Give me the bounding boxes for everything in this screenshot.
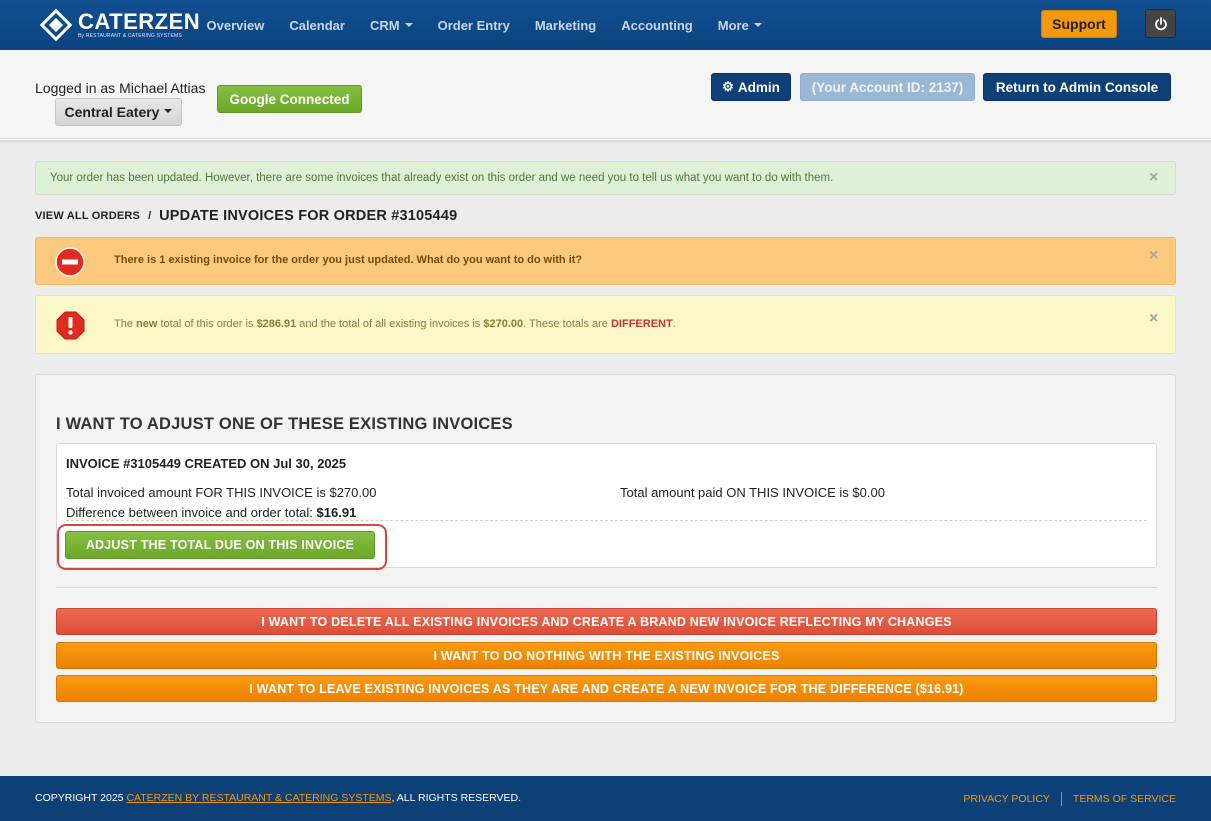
nav-more[interactable]: More bbox=[705, 18, 774, 33]
nav-accounting[interactable]: Accounting bbox=[609, 18, 706, 33]
close-icon[interactable]: × bbox=[1149, 247, 1158, 265]
no-entry-icon bbox=[55, 247, 85, 277]
chevron-down-icon bbox=[753, 23, 762, 28]
footer: COPYRIGHT 2025 CATERZEN BY RESTAURANT & … bbox=[0, 776, 1211, 821]
totals-alert: The new total of this order is $286.91 a… bbox=[35, 295, 1176, 354]
support-button[interactable]: Support bbox=[1041, 10, 1117, 38]
privacy-policy-link[interactable]: PRIVACY POLICY bbox=[963, 793, 1050, 805]
copyright: COPYRIGHT 2025 CATERZEN BY RESTAURANT & … bbox=[35, 792, 522, 804]
nav-order-entry[interactable]: Order Entry bbox=[425, 18, 522, 33]
divider bbox=[1060, 792, 1062, 806]
terms-of-service-link[interactable]: TERMS OF SERVICE bbox=[1073, 793, 1176, 805]
adjust-total-button[interactable]: ADJUST THE TOTAL DUE ON THIS INVOICE bbox=[65, 531, 375, 559]
warning-alert: There is 1 existing invoice for the orde… bbox=[35, 237, 1176, 285]
new-invoice-for-difference-button[interactable]: I WANT TO LEAVE EXISTING INVOICES AS THE… bbox=[56, 675, 1157, 702]
invoice-options-panel: I WANT TO ADJUST ONE OF THESE EXISTING I… bbox=[35, 374, 1176, 723]
success-alert-text: Your order has been updated. However, th… bbox=[50, 172, 834, 184]
success-alert: Your order has been updated. However, th… bbox=[35, 161, 1176, 195]
invoice-card: INVOICE #3105449 CREATED ON Jul 30, 2025… bbox=[56, 443, 1157, 570]
close-icon[interactable]: × bbox=[1149, 169, 1158, 187]
different-label: DIFFERENT bbox=[610, 318, 673, 330]
power-icon bbox=[1154, 16, 1167, 30]
caterzen-link[interactable]: CATERZEN BY RESTAURANT & CATERING SYSTEM… bbox=[126, 792, 391, 804]
footer-links: PRIVACY POLICY TERMS OF SERVICE bbox=[963, 792, 1176, 806]
logged-in-text: Logged in as Michael Attias bbox=[35, 80, 206, 96]
nav-marketing[interactable]: Marketing bbox=[522, 18, 608, 33]
order-total: $286.91 bbox=[256, 318, 297, 330]
divider bbox=[0, 138, 1211, 141]
difference-text: Difference between invoice and order tot… bbox=[66, 505, 357, 520]
divider bbox=[66, 520, 1147, 521]
location-dropdown[interactable]: Central Eatery bbox=[55, 98, 182, 126]
google-connected-button[interactable]: Google Connected bbox=[217, 85, 362, 113]
main-nav: Overview Calendar CRM Order Entry Market… bbox=[194, 0, 774, 50]
page-title: UPDATE INVOICES FOR ORDER #3105449 bbox=[159, 208, 458, 224]
caterzen-logo[interactable]: CATERZEN By RESTAURANT & CATERING SYSTEM… bbox=[39, 8, 201, 42]
return-admin-console-button[interactable]: Return to Admin Console bbox=[983, 73, 1171, 101]
account-id-button[interactable]: (Your Account ID: 2137) bbox=[800, 73, 975, 101]
invoice-title: INVOICE #3105449 CREATED ON Jul 30, 2025 bbox=[66, 456, 347, 471]
logout-button[interactable] bbox=[1145, 9, 1176, 38]
exclamation-icon bbox=[56, 311, 85, 340]
logo-diamond-icon bbox=[39, 8, 73, 42]
breadcrumb: VIEW ALL ORDERS / UPDATE INVOICES FOR OR… bbox=[35, 208, 457, 224]
view-all-orders-link[interactable]: VIEW ALL ORDERS bbox=[35, 210, 140, 222]
invoiced-amount-text: Total invoiced amount FOR THIS INVOICE i… bbox=[66, 485, 377, 500]
nav-crm[interactable]: CRM bbox=[357, 18, 425, 33]
do-nothing-button[interactable]: I WANT TO DO NOTHING WITH THE EXISTING I… bbox=[56, 642, 1157, 669]
divider bbox=[56, 587, 1157, 588]
nav-overview[interactable]: Overview bbox=[194, 18, 277, 33]
close-icon[interactable]: × bbox=[1149, 310, 1158, 328]
top-navbar: CATERZEN By RESTAURANT & CATERING SYSTEM… bbox=[0, 0, 1211, 50]
location-label: Central Eatery bbox=[64, 104, 160, 120]
warning-alert-text: There is 1 existing invoice for the orde… bbox=[114, 254, 583, 266]
brand-tagline: By RESTAURANT & CATERING SYSTEMS bbox=[78, 33, 182, 39]
invoices-total: $270.00 bbox=[483, 318, 524, 330]
nav-calendar[interactable]: Calendar bbox=[277, 18, 358, 33]
admin-button[interactable]: ⚙ Admin bbox=[711, 73, 791, 101]
amount-paid-text: Total amount paid ON THIS INVOICE is $0.… bbox=[620, 485, 885, 500]
chevron-down-icon bbox=[164, 109, 173, 113]
gear-icon: ⚙ bbox=[722, 79, 734, 94]
breadcrumb-separator: / bbox=[148, 210, 152, 222]
totals-alert-text: The new total of this order is $286.91 a… bbox=[114, 318, 676, 330]
chevron-down-icon bbox=[404, 23, 413, 28]
panel-title: I WANT TO ADJUST ONE OF THESE EXISTING I… bbox=[56, 415, 513, 433]
delete-invoices-button[interactable]: I WANT TO DELETE ALL EXISTING INVOICES A… bbox=[56, 608, 1157, 635]
difference-value: $16.91 bbox=[316, 505, 357, 520]
brand-name: CATERZEN bbox=[78, 9, 201, 34]
